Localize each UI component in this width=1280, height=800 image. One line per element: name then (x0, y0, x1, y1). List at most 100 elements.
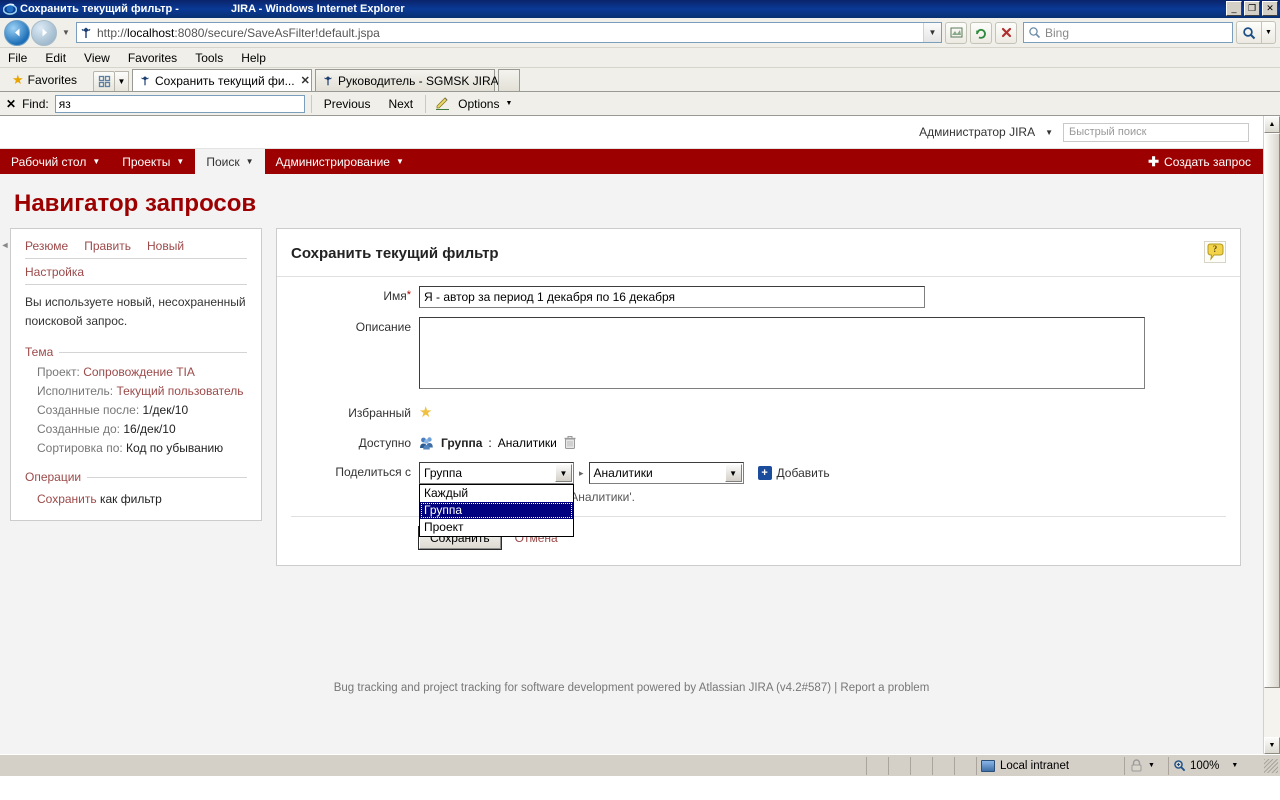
find-label: Find: (22, 96, 49, 111)
share-type-option-group[interactable]: Группа (420, 502, 573, 519)
back-button[interactable] (4, 19, 30, 46)
find-options-button[interactable]: Options (458, 97, 499, 111)
close-button[interactable]: ✕ (1262, 1, 1278, 16)
sidebar-tab-summary[interactable]: Резюме (25, 239, 68, 253)
nav-item-administration-label: Администрирование (275, 154, 390, 169)
zoom-level-label: 100% (1190, 759, 1220, 772)
status-bar: Local intranet ▼ 100% ▼ (0, 754, 1280, 776)
page-scrollbar[interactable]: ▲ ▼ (1263, 116, 1280, 754)
new-tab-button[interactable] (498, 69, 521, 91)
nav-item-search[interactable]: Поиск ▼ (195, 149, 265, 174)
browser-tab-strip: ★ Favorites ▼ Сохранить текущий фи... ✕ … (0, 68, 1280, 92)
chevron-right-icon: ▸ (579, 467, 584, 478)
favorites-label: Favorites (27, 73, 78, 87)
share-type-option-project[interactable]: Проект (420, 519, 573, 536)
filter-name-input[interactable]: Я - автор за период 1 декабря по 16 дека… (419, 286, 925, 308)
minimize-button[interactable]: _ (1226, 1, 1242, 16)
menu-item-help[interactable]: Help (241, 51, 266, 65)
chevron-down-icon[interactable]: ▼ (555, 464, 572, 482)
criteria-value: 16/дек/10 (123, 422, 176, 436)
chevron-down-icon[interactable]: ▼ (1148, 762, 1155, 769)
nav-item-dashboard[interactable]: Рабочий стол ▼ (0, 149, 111, 174)
share-type-select[interactable]: Группа ▼ (419, 462, 574, 484)
find-previous-button[interactable]: Previous (318, 97, 377, 111)
sidebar-subtab-configure[interactable]: Настройка (25, 259, 247, 285)
compatibility-view-icon[interactable] (945, 21, 967, 44)
menu-item-favorites[interactable]: Favorites (128, 51, 177, 65)
share-entry-value: Аналитики (497, 435, 557, 450)
forward-button[interactable] (31, 19, 57, 46)
window-title-app: JIRA - Windows Internet Explorer (230, 3, 405, 15)
menu-item-file[interactable]: File (8, 51, 27, 65)
menu-item-tools[interactable]: Tools (195, 51, 223, 65)
protected-mode-indicator[interactable]: ▼ (1124, 756, 1168, 775)
quick-search-input[interactable]: Быстрый поиск (1063, 122, 1249, 142)
sidebar-collapse-icon[interactable]: ◄ (0, 228, 10, 648)
name-label: Имя* (383, 289, 411, 303)
scroll-down-arrow-icon[interactable]: ▼ (1264, 737, 1280, 754)
menu-item-edit[interactable]: Edit (45, 51, 66, 65)
refresh-icon[interactable] (970, 21, 992, 44)
find-next-button[interactable]: Next (382, 97, 419, 111)
nav-item-projects[interactable]: Проекты ▼ (111, 149, 195, 174)
favourite-star-icon[interactable]: ★ (419, 404, 432, 421)
menu-item-view[interactable]: View (84, 51, 110, 65)
browser-tab-1-close-icon[interactable]: ✕ (301, 74, 310, 87)
help-icon[interactable]: ? (1204, 241, 1226, 266)
scrollbar-thumb[interactable] (1264, 133, 1280, 688)
stop-icon[interactable] (995, 21, 1017, 44)
page-content: Администратор JIRA ▼ Быстрый поиск Рабоч… (0, 116, 1263, 754)
name-field-wrap: Я - автор за период 1 декабря по 16 дека… (419, 286, 1240, 308)
resize-grip[interactable] (1264, 758, 1278, 773)
add-share-button[interactable]: + Добавить (757, 466, 830, 480)
share-type-option-everyone[interactable]: Каждый (420, 485, 573, 502)
share-entry-sep: : (488, 435, 492, 450)
chevron-down-icon[interactable]: ▼ (1231, 762, 1238, 769)
criteria-label: Проект: (37, 365, 80, 379)
recent-pages-dropdown[interactable]: ▼ (59, 28, 73, 37)
sidebar-section-operations-label: Операции (25, 470, 82, 484)
user-menu-label[interactable]: Администратор JIRA (919, 125, 1035, 139)
maximize-button[interactable]: ❐ (1244, 1, 1260, 16)
tab-list-dropdown[interactable]: ▼ (115, 71, 130, 91)
chevron-down-icon[interactable]: ▼ (1045, 128, 1053, 137)
nav-item-administration[interactable]: Администрирование ▼ (265, 149, 415, 174)
scroll-up-arrow-icon[interactable]: ▲ (1264, 116, 1280, 133)
search-provider-dropdown[interactable]: ▼ (1262, 21, 1276, 44)
favorites-button[interactable]: ★ Favorites (6, 69, 83, 91)
chevron-down-icon[interactable]: ▼ (724, 464, 742, 482)
search-go-button[interactable] (1236, 21, 1262, 44)
security-zone[interactable]: Local intranet (976, 756, 1124, 775)
chevron-down-icon: ▼ (176, 157, 185, 166)
browser-tab-1[interactable]: Сохранить текущий фи... ✕ (132, 69, 313, 91)
browser-tab-2-label: Руководитель - SGMSK JIRA (338, 73, 499, 88)
save-as-filter-strong: Сохранить (37, 492, 97, 506)
share-type-options-list: Каждый Группа Проект (419, 484, 574, 537)
criteria-value: Код по убыванию (126, 441, 224, 455)
find-input[interactable]: яз (54, 94, 305, 113)
browser-tab-2[interactable]: Руководитель - SGMSK JIRA (315, 69, 499, 91)
browser-search-input[interactable]: Bing (1023, 22, 1233, 43)
save-as-filter-link[interactable]: Сохранить как фильтр (37, 492, 162, 506)
trash-icon[interactable] (563, 435, 577, 450)
share-group-select[interactable]: Аналитики ▼ (588, 462, 744, 484)
zoom-control[interactable]: 100% ▼ (1168, 756, 1264, 775)
create-issue-button[interactable]: ✚ Создать запрос (1148, 149, 1263, 174)
filter-description-textarea[interactable] (419, 317, 1145, 389)
criteria-label: Созданные до: (37, 422, 121, 436)
highlight-all-icon[interactable] (432, 95, 452, 113)
sidebar-tab-new[interactable]: Новый (147, 239, 184, 253)
criteria-value[interactable]: Сопровождение TIA (83, 365, 195, 379)
quick-tabs-button[interactable] (93, 71, 116, 91)
sidebar-tab-edit[interactable]: Править (84, 239, 131, 253)
page-footer: Bug tracking and project tracking for so… (0, 648, 1263, 694)
find-bar: ✕ Find: яз Previous Next Options ▼ (0, 92, 1280, 116)
jira-main-navigation: Рабочий стол ▼ Проекты ▼ Поиск ▼ Админис… (0, 149, 1263, 174)
scrollbar-track[interactable] (1264, 133, 1280, 737)
find-close-icon[interactable]: ✕ (6, 97, 16, 111)
address-bar: ▼ http://localhost:8080/secure/SaveAsFil… (0, 18, 1280, 48)
criteria-value[interactable]: Текущий пользователь (116, 384, 243, 398)
chevron-down-icon[interactable]: ▼ (505, 100, 512, 107)
address-input[interactable]: http://localhost:8080/secure/SaveAsFilte… (76, 22, 942, 43)
address-dropdown-arrow[interactable]: ▼ (923, 23, 941, 42)
